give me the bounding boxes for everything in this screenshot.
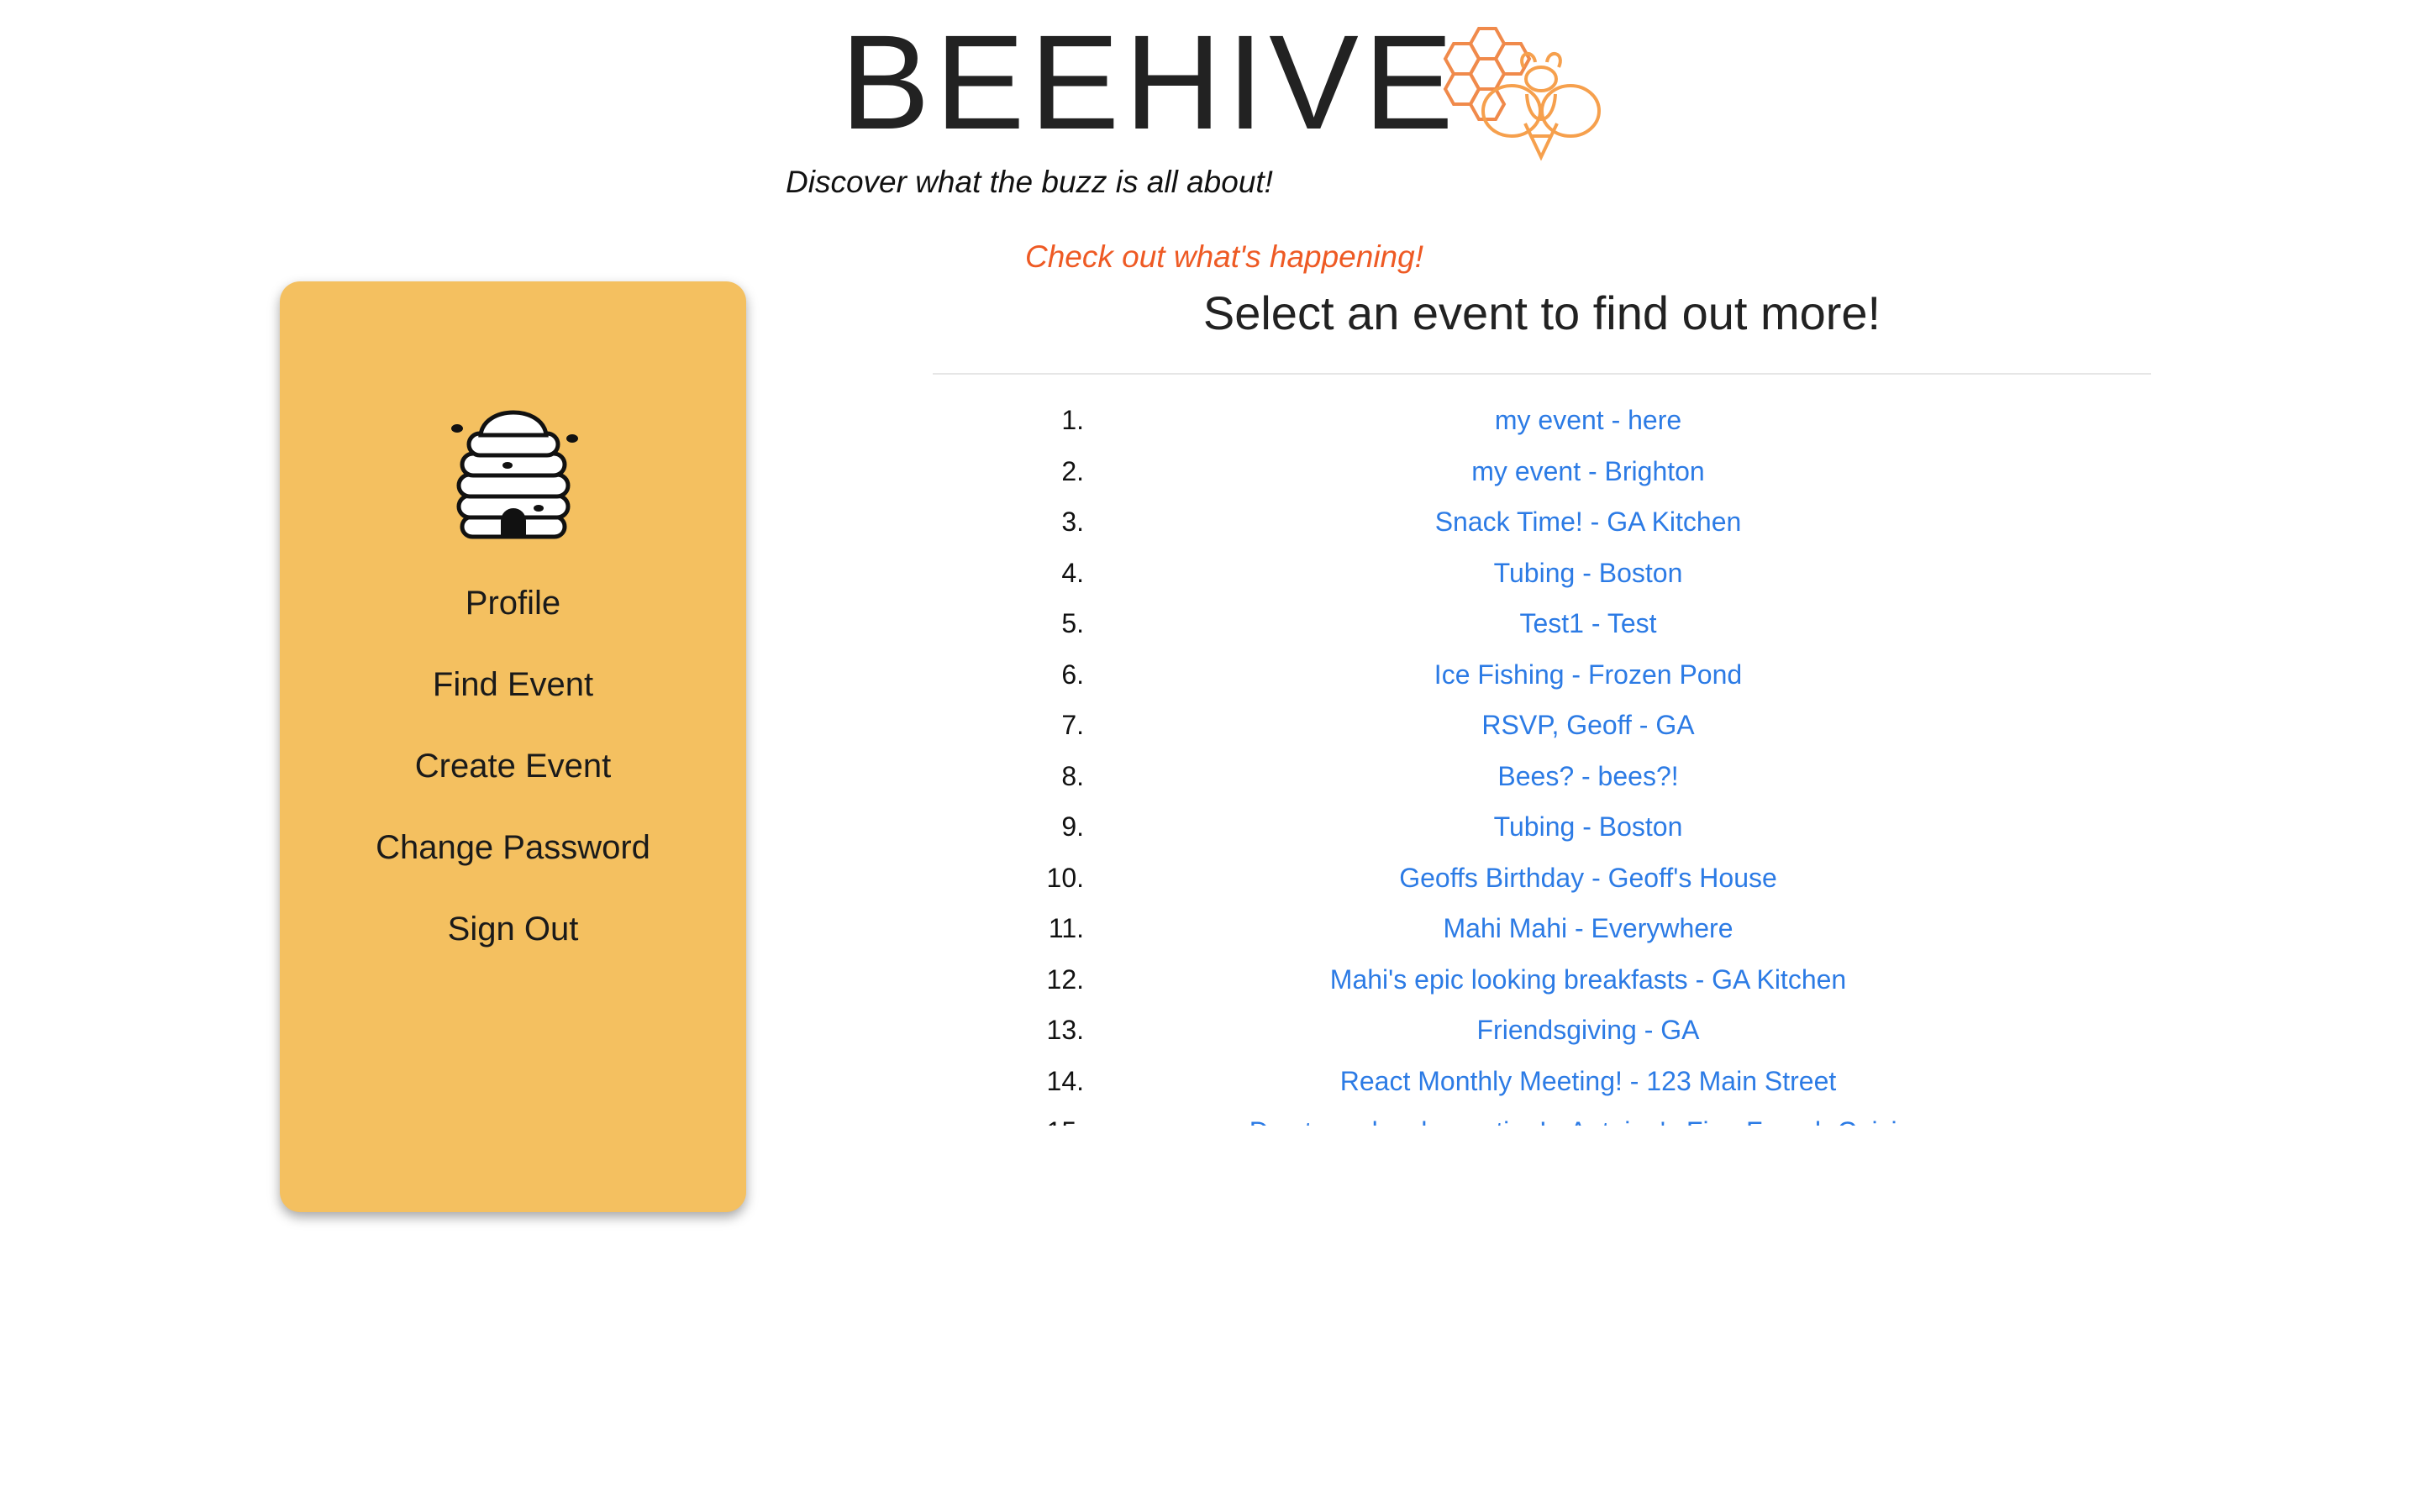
sidebar-nav: Profile Find Event Create Event Change P… xyxy=(280,563,746,970)
event-list-item: 14. React Monthly Meeting! - 123 Main Str… xyxy=(933,1056,2227,1107)
nav-find-event[interactable]: Find Event xyxy=(280,644,746,726)
honeycomb-bee-icon xyxy=(1443,27,1601,161)
event-link[interactable]: React Monthly Meeting! - 123 Main Street xyxy=(1042,1056,2134,1107)
event-list-item: 1. my event - here xyxy=(933,395,2227,446)
event-list-item: 2. my event - Brighton xyxy=(933,446,2227,497)
happening-banner: Check out what's happening! xyxy=(1025,239,1423,274)
event-list-item: 3. Snack Time! - GA Kitchen xyxy=(933,496,2227,548)
event-link[interactable]: Tubing - Boston xyxy=(1042,801,2134,853)
nav-profile[interactable]: Profile xyxy=(280,563,746,644)
event-link[interactable]: Test1 - Test xyxy=(1042,598,2134,649)
event-list-item: 8. Bees? - bees?! xyxy=(933,751,2227,802)
event-link[interactable]: Ice Fishing - Frozen Pond xyxy=(1042,649,2134,701)
event-list-item: 7. RSVP, Geoff - GA xyxy=(933,700,2227,751)
event-list-item: 9. Tubing - Boston xyxy=(933,801,2227,853)
event-list-item: 12. Mahi's epic looking breakfasts - GA K… xyxy=(933,954,2227,1005)
event-list-item: 5. Test1 - Test xyxy=(933,598,2227,649)
event-link[interactable]: Tubing - Boston xyxy=(1042,548,2134,599)
sidebar: Profile Find Event Create Event Change P… xyxy=(280,281,746,1212)
event-link[interactable]: RSVP, Geoff - GA xyxy=(1042,700,2134,751)
tagline: Discover what the buzz is all about! xyxy=(786,165,1273,199)
event-link[interactable]: Dev team lunch meeting! - Antoine's Fine… xyxy=(1042,1106,2134,1126)
nav-create-event[interactable]: Create Event xyxy=(280,726,746,807)
event-link[interactable]: my event - Brighton xyxy=(1042,446,2134,497)
nav-change-password[interactable]: Change Password xyxy=(280,807,746,889)
event-list-item: 15.Dev team lunch meeting! - Antoine's F… xyxy=(933,1106,2227,1126)
event-list-item: 11. Mahi Mahi - Everywhere xyxy=(933,903,2227,954)
event-list-item: 10. Geoffs Birthday - Geoff's House xyxy=(933,853,2227,904)
event-list[interactable]: 1. my event - here 2. my event - Brighton 3.… xyxy=(933,395,2227,1126)
event-list-item: 6. Ice Fishing - Frozen Pond xyxy=(933,649,2227,701)
event-link[interactable]: Geoffs Birthday - Geoff's House xyxy=(1042,853,2134,904)
site-title: BEEHIVE xyxy=(840,7,1459,157)
event-link[interactable]: Mahi's epic looking breakfasts - GA Kitc… xyxy=(1042,954,2134,1005)
beehive-icon xyxy=(451,410,578,539)
event-link[interactable]: Bees? - bees?! xyxy=(1042,751,2134,802)
event-link[interactable]: Snack Time! - GA Kitchen xyxy=(1042,496,2134,548)
event-list-item: 4. Tubing - Boston xyxy=(933,548,2227,599)
event-link[interactable]: Friendsgiving - GA xyxy=(1042,1005,2134,1056)
event-link[interactable]: my event - here xyxy=(1042,395,2134,446)
event-link[interactable]: Mahi Mahi - Everywhere xyxy=(1042,903,2134,954)
event-list-heading: Select an event to find out more! xyxy=(1202,286,1881,339)
event-list-item: 13. Friendsgiving - GA xyxy=(933,1005,2227,1056)
nav-sign-out[interactable]: Sign Out xyxy=(280,889,746,970)
divider xyxy=(933,373,2151,375)
